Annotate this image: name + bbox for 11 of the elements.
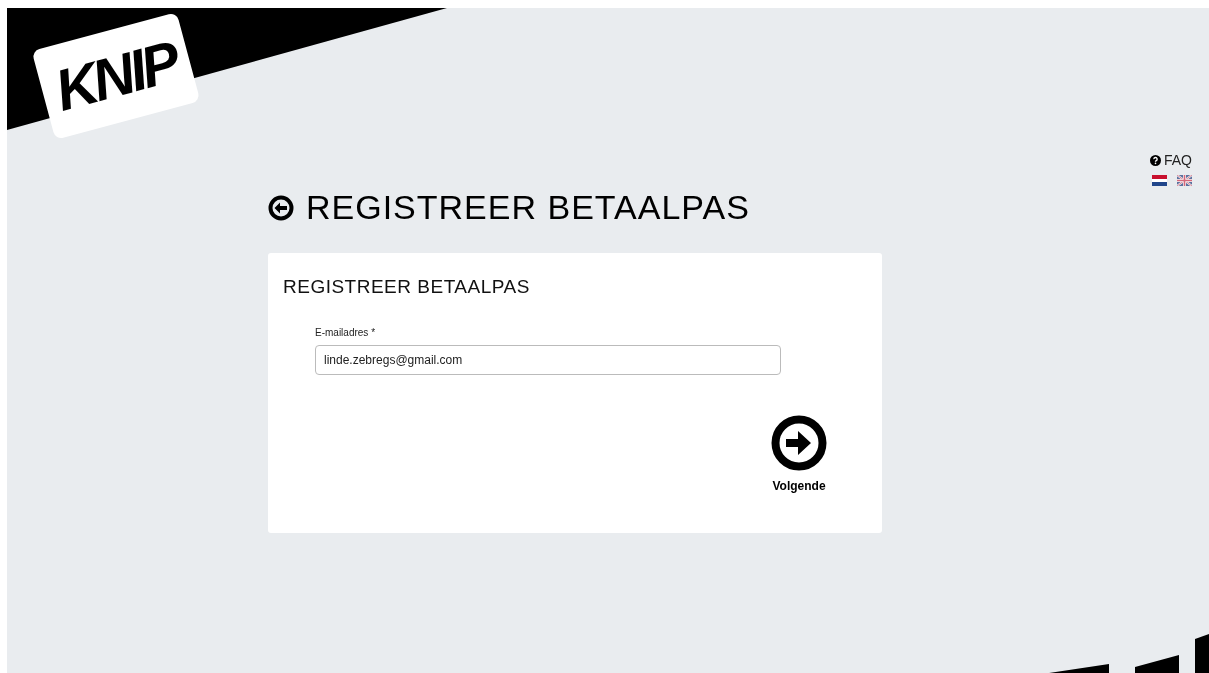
field-label: E-mailadres * <box>315 325 377 340</box>
email-field[interactable]: linde.zebregs@gmail.com <box>315 344 781 375</box>
card-title: REGISTREER BETAALPAS <box>283 275 531 299</box>
help-icon <box>1150 155 1161 166</box>
logo-text: KNIP <box>49 32 183 120</box>
next-button[interactable]: Volgende <box>771 414 827 495</box>
flag-icon[interactable] <box>1152 175 1167 186</box>
page-title: REGISTREER BETAALPAS <box>306 187 750 228</box>
back-icon[interactable] <box>268 194 294 221</box>
faq-link[interactable]: FAQ <box>1150 150 1192 171</box>
arrow-right-icon <box>771 414 827 471</box>
